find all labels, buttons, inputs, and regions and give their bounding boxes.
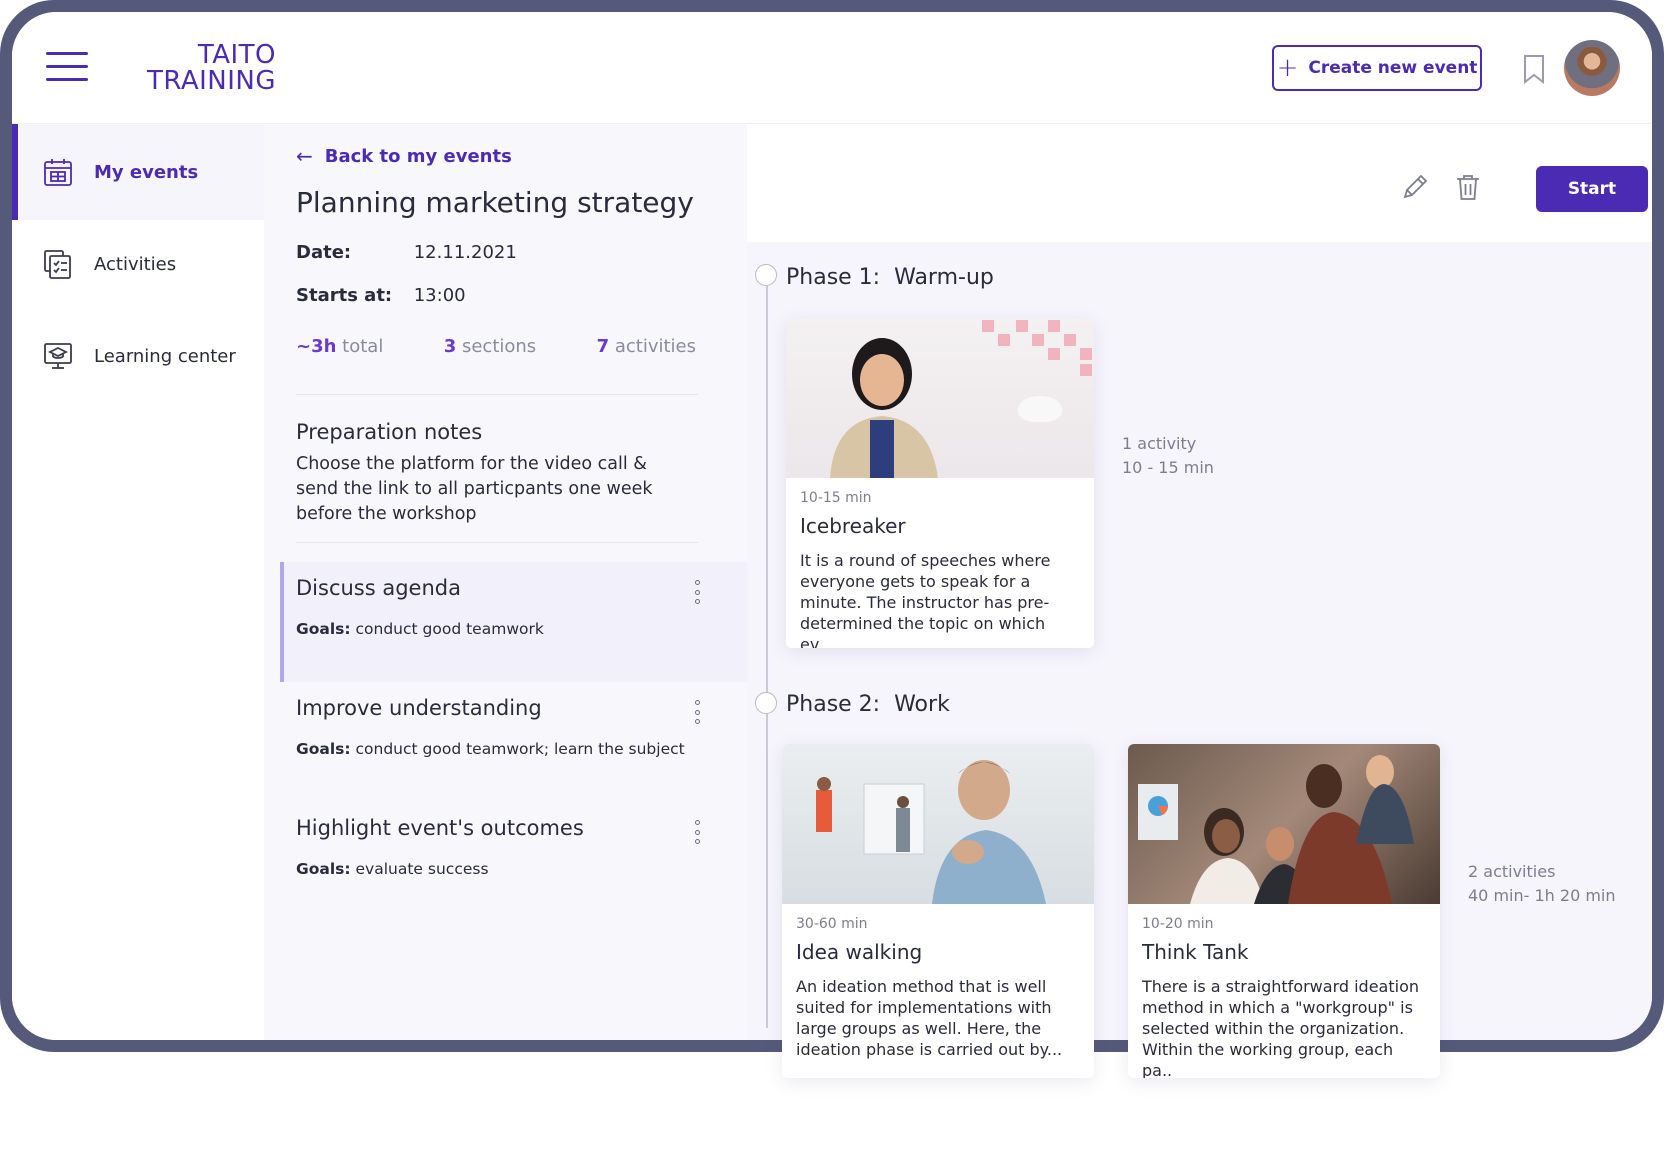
section-discuss-agenda[interactable]: Discuss agenda Goals: conduct good teamw…: [280, 562, 747, 682]
start-time-row: Starts at: 13:00: [296, 285, 466, 306]
graduation-screen-icon: [44, 343, 72, 369]
sidebar-item-learning-center[interactable]: Learning center: [12, 308, 264, 404]
stat-total: ~3h total: [296, 336, 384, 357]
activity-description: An ideation method that is well suited f…: [796, 977, 1063, 1059]
activity-image: [786, 318, 1094, 478]
sidebar: My events Activities Learning center: [12, 124, 264, 1040]
start-button[interactable]: Start: [1536, 166, 1648, 212]
event-details-panel: ← Back to my events Planning marketing s…: [264, 124, 747, 1040]
phase-activity-count: 1 activity: [1122, 434, 1197, 453]
activity-card-idea-walking[interactable]: 30-60 min Idea walking An ideation metho…: [782, 744, 1094, 1078]
logo-line-1: TAITO: [197, 40, 276, 70]
avatar[interactable]: [1564, 40, 1620, 96]
start-label: Starts at:: [296, 285, 393, 306]
activity-image: [1128, 744, 1440, 904]
preparation-notes-text: Choose the platform for the video call &…: [296, 454, 653, 524]
phase-marker: [755, 692, 777, 714]
trash-icon[interactable]: [1454, 172, 1482, 202]
activity-duration: 30-60 min: [796, 916, 868, 932]
create-event-button[interactable]: + Create new event: [1272, 45, 1482, 91]
arrow-left-icon: ←: [296, 144, 313, 168]
section-title: Discuss agenda: [296, 576, 461, 600]
section-goals: Goals: conduct good teamwork: [296, 620, 544, 638]
activity-duration: 10-20 min: [1142, 916, 1214, 932]
phase-1-title: Phase 1: Warm-up: [786, 265, 994, 290]
team-photo-illustration: [1138, 755, 1414, 904]
page-title: Planning marketing strategy: [296, 186, 694, 219]
sidebar-item-label: Activities: [94, 253, 177, 275]
section-goals: Goals: evaluate success: [296, 860, 489, 878]
pencil-icon[interactable]: [1400, 172, 1430, 202]
more-options-icon[interactable]: [692, 580, 702, 604]
activity-title: Idea walking: [796, 940, 923, 964]
sidebar-item-label: Learning center: [94, 345, 236, 367]
more-options-icon[interactable]: [692, 700, 702, 724]
activity-image: [782, 744, 1094, 904]
person-illustration: [830, 338, 938, 478]
logo-line-2: TRAINING: [146, 66, 276, 96]
phase-2-summary: 2 activities 40 min- 1h 20 min: [1468, 860, 1616, 908]
bookmark-icon[interactable]: [1522, 54, 1546, 84]
activity-description: There is a straightforward ideation meth…: [1142, 977, 1420, 1078]
back-link[interactable]: ← Back to my events: [296, 144, 512, 168]
section-title: Highlight event's outcomes: [296, 816, 584, 840]
activity-title: Icebreaker: [800, 514, 906, 538]
activity-card-think-tank[interactable]: 10-20 min Think Tank There is a straight…: [1128, 744, 1440, 1078]
section-title: Improve understanding: [296, 696, 542, 720]
logo[interactable]: TAITO TRAINING: [142, 42, 276, 94]
sidebar-item-my-events[interactable]: My events: [12, 124, 264, 220]
event-stats: ~3h total 3 sections 7 activities: [296, 336, 696, 357]
phase-activity-count: 2 activities: [1468, 862, 1556, 881]
stat-activities: 7 activities: [596, 336, 696, 357]
timeline-line: [766, 278, 768, 1028]
create-event-label: Create new event: [1308, 58, 1478, 78]
phase-duration: 10 - 15 min: [1122, 458, 1214, 477]
section-goals: Goals: conduct good teamwork; learn the …: [296, 740, 685, 758]
stat-sections: 3 sections: [443, 336, 537, 357]
phase-1-summary: 1 activity 10 - 15 min: [1122, 432, 1214, 480]
date-row: Date: 12.11.2021: [296, 242, 517, 263]
section-improve-understanding[interactable]: Improve understanding Goals: conduct goo…: [280, 682, 747, 802]
activity-description: It is a round of speeches where everyone…: [800, 551, 1051, 648]
activity-card-icebreaker[interactable]: 10-15 min Icebreaker It is a round of sp…: [786, 318, 1094, 648]
phase-duration: 40 min- 1h 20 min: [1468, 886, 1616, 905]
sidebar-item-label: My events: [94, 161, 199, 183]
plus-icon: +: [1276, 53, 1299, 83]
divider: [296, 394, 698, 395]
activity-duration: 10-15 min: [800, 490, 872, 506]
calendar-icon: [44, 159, 72, 186]
activity-title: Think Tank: [1142, 940, 1249, 964]
menu-icon[interactable]: [46, 52, 88, 82]
date-value: 12.11.2021: [413, 242, 517, 263]
office-photo-illustration: [816, 760, 1046, 904]
sidebar-item-activities[interactable]: Activities: [12, 216, 264, 312]
divider: [296, 542, 698, 543]
checklist-icon: [44, 250, 71, 279]
section-highlight-outcomes[interactable]: Highlight event's outcomes Goals: evalua…: [280, 802, 747, 922]
preparation-notes-title: Preparation notes: [296, 420, 483, 444]
start-value: 13:00: [413, 285, 466, 306]
date-label: Date:: [296, 242, 352, 263]
phase-2-title: Phase 2: Work: [786, 692, 950, 717]
phase-marker: [755, 264, 777, 286]
back-link-label: Back to my events: [324, 145, 512, 167]
more-options-icon[interactable]: [692, 820, 702, 844]
